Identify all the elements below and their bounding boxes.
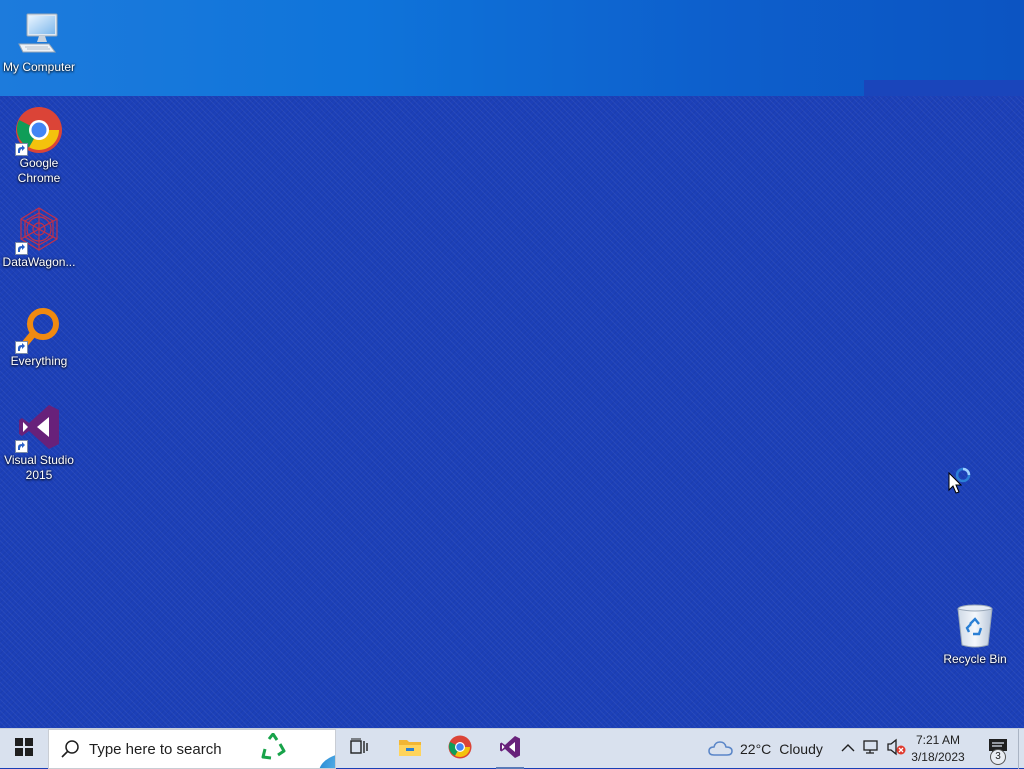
everything-search-icon bbox=[15, 304, 63, 354]
weather-temperature: 22°C bbox=[740, 741, 772, 757]
desktop-icon-everything[interactable]: Everything bbox=[0, 304, 78, 369]
show-hidden-icons-button[interactable] bbox=[836, 729, 860, 769]
desktop-icon-label: Visual Studio 2015 bbox=[4, 453, 74, 482]
desktop-icon-visual-studio-2015[interactable]: Visual Studio 2015 bbox=[0, 403, 78, 483]
show-desktop-button[interactable] bbox=[1018, 729, 1024, 769]
file-explorer-button[interactable] bbox=[392, 729, 428, 769]
start-button[interactable] bbox=[0, 729, 48, 769]
task-view-button[interactable] bbox=[342, 729, 378, 769]
desktop-icon-label: DataWagon... bbox=[2, 255, 76, 269]
desktop-icon-my-computer[interactable]: My Computer bbox=[0, 10, 78, 75]
search-placeholder: Type here to search bbox=[89, 741, 222, 758]
clock-date: 3/18/2023 bbox=[911, 750, 965, 764]
chrome-taskbar-button[interactable] bbox=[442, 729, 478, 769]
volume-muted-icon bbox=[886, 738, 906, 761]
notification-count-badge: 3 bbox=[990, 749, 1006, 765]
recycle-symbol-icon bbox=[259, 732, 287, 766]
recycle-bin-icon bbox=[951, 602, 999, 650]
wallpaper-band bbox=[0, 0, 1024, 96]
globe-icon bbox=[319, 752, 335, 768]
taskbar-clock[interactable]: 7:21 AM 3/18/2023 bbox=[904, 732, 972, 766]
desktop-icon-datawagon[interactable]: DataWagon... bbox=[0, 205, 78, 270]
desktop: My Computer Google Chrome DataWagon... E… bbox=[0, 0, 1024, 728]
cloud-icon bbox=[708, 739, 734, 760]
desktop-icon-label: Recycle Bin bbox=[943, 652, 1007, 666]
search-icon bbox=[61, 739, 81, 764]
weather-widget[interactable]: 22°C Cloudy bbox=[708, 729, 823, 769]
visual-studio-taskbar-button[interactable] bbox=[492, 729, 528, 769]
busy-cursor-icon bbox=[948, 466, 976, 496]
desktop-icon-label: My Computer bbox=[2, 60, 76, 74]
network-button[interactable] bbox=[860, 729, 884, 769]
desktop-icon-recycle-bin[interactable]: Recycle Bin bbox=[936, 602, 1014, 667]
chrome-icon bbox=[448, 735, 472, 764]
visual-studio-icon bbox=[498, 735, 522, 764]
datawagon-icon bbox=[15, 205, 63, 255]
windows-logo-icon bbox=[15, 737, 33, 761]
system-tray bbox=[836, 729, 908, 769]
network-icon bbox=[863, 739, 881, 760]
weather-condition: Cloudy bbox=[779, 741, 823, 757]
desktop-icon-google-chrome[interactable]: Google Chrome bbox=[0, 106, 78, 186]
folder-icon bbox=[398, 736, 422, 763]
chevron-up-icon bbox=[841, 740, 855, 758]
chrome-icon bbox=[15, 106, 63, 156]
desktop-icon-label: Google Chrome bbox=[17, 156, 61, 185]
clock-time: 7:21 AM bbox=[915, 733, 961, 747]
task-view-icon bbox=[350, 738, 370, 761]
computer-icon bbox=[15, 10, 63, 58]
visual-studio-icon bbox=[15, 403, 63, 453]
taskbar: Type here to search 22°C Cloudy 7:21 AM … bbox=[0, 728, 1024, 769]
desktop-icon-label: Everything bbox=[10, 354, 68, 368]
search-input[interactable]: Type here to search bbox=[48, 729, 336, 769]
